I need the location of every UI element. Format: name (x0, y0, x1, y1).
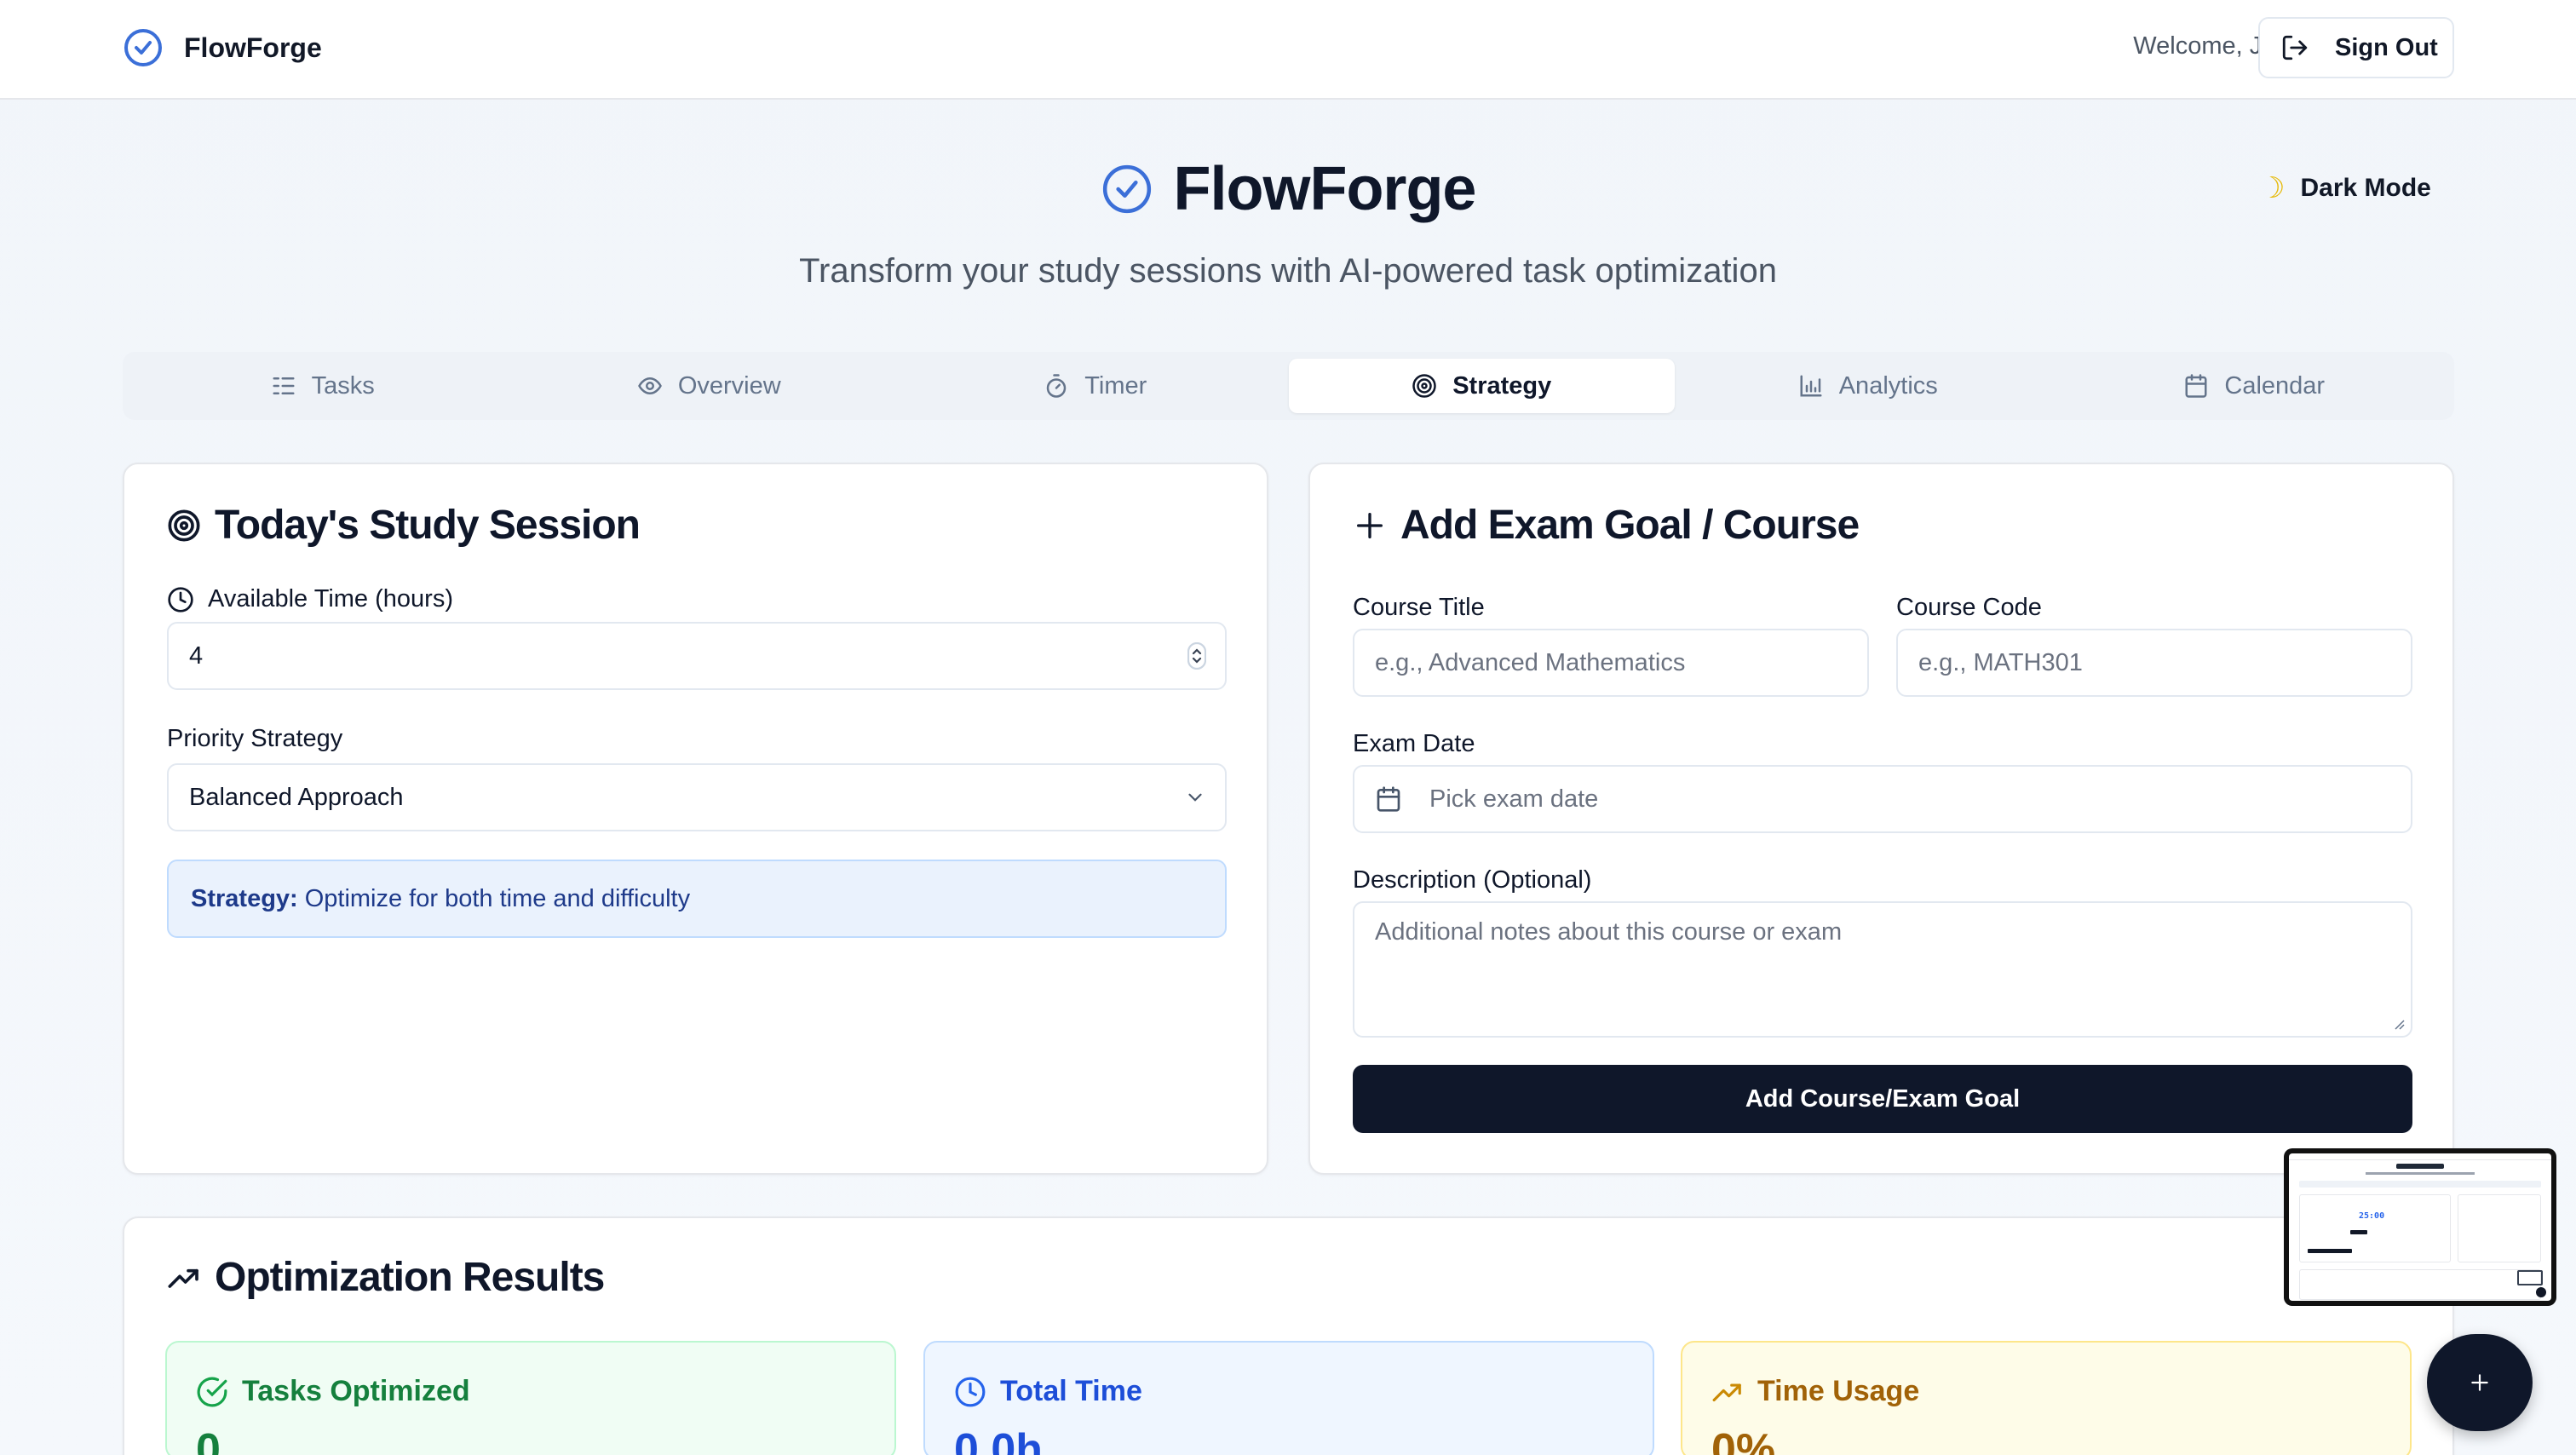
dark-mode-toggle[interactable]: ☽ Dark Mode (2259, 167, 2431, 210)
stat-header: Time Usage (1711, 1375, 1919, 1408)
exam-date-label: Exam Date (1353, 730, 1475, 757)
plus-icon (1357, 512, 1383, 538)
check-circle-icon (1102, 164, 1151, 214)
clock-icon (955, 1377, 986, 1406)
description-label: Description (Optional) (1353, 866, 1592, 894)
select-value: Balanced Approach (189, 783, 404, 811)
stat-header: Tasks Optimized (196, 1375, 470, 1408)
description-textarea[interactable]: Additional notes about this course or ex… (1353, 901, 2412, 1038)
stat-label: Time Usage (1757, 1375, 1920, 1407)
available-time-input[interactable]: 4 (167, 622, 1227, 690)
tab-label: Strategy (1452, 371, 1552, 400)
exam-goal-card: Add Exam Goal / Course Course Title e.g.… (1308, 463, 2454, 1175)
label-text: Available Time (hours) (208, 585, 453, 612)
page-subtitle: Transform your study sessions with AI-po… (799, 252, 1777, 290)
number-stepper-icon[interactable] (1187, 642, 1206, 670)
course-title-label: Course Title (1353, 594, 1485, 621)
stat-total-time: Total Time 0.0h (923, 1341, 1654, 1455)
monitor-icon (2517, 1270, 2543, 1285)
page-title: FlowForge (1173, 155, 1477, 223)
calendar-icon (1377, 786, 1400, 812)
preview-timer-text: 25:00 (2359, 1211, 2385, 1221)
list-check-icon (273, 377, 295, 394)
log-out-icon (2282, 35, 2308, 60)
tab-label: Timer (1084, 371, 1147, 400)
strategy-prefix: Strategy: (191, 884, 298, 912)
trending-up-icon (1712, 1383, 1741, 1401)
input-placeholder: Additional notes about this course or ex… (1375, 918, 1843, 946)
tab-tasks[interactable]: Tasks (129, 359, 516, 413)
strategy-info-box: Strategy: Optimize for both time and dif… (167, 860, 1227, 938)
add-course-button[interactable]: Add Course/Exam Goal (1353, 1065, 2412, 1133)
card-heading: Optimization Results (215, 1255, 605, 1300)
stat-label: Total Time (1000, 1375, 1142, 1407)
tab-overview[interactable]: Overview (516, 359, 903, 413)
check-circle-icon (197, 1377, 227, 1406)
sign-out-label: Sign Out (2335, 33, 2438, 61)
stat-time-usage: Time Usage 0% (1681, 1341, 2412, 1455)
input-placeholder: e.g., MATH301 (1918, 648, 2083, 676)
resize-handle-icon[interactable] (2392, 1017, 2406, 1031)
hero-header: FlowForge (0, 147, 2576, 232)
optimization-results-card: Optimization Results Tasks Optimized 0 T… (123, 1216, 2454, 1455)
tab-strategy[interactable]: Strategy (1288, 359, 1675, 413)
brand-name: FlowForge (184, 32, 322, 63)
card-heading: Add Exam Goal / Course (1400, 503, 1860, 548)
input-placeholder: Pick exam date (1429, 785, 1599, 813)
priority-strategy-select[interactable]: Balanced Approach (167, 763, 1227, 831)
course-code-label: Course Code (1896, 594, 2042, 621)
eye-icon (637, 377, 662, 395)
input-placeholder: e.g., Advanced Mathematics (1375, 648, 1686, 676)
target-icon (168, 509, 200, 541)
study-session-card: Today's Study Session Available Time (ho… (123, 463, 1268, 1175)
strategy-description: Optimize for both time and difficulty (304, 884, 691, 912)
dark-mode-label: Dark Mode (2300, 174, 2431, 202)
exam-goal-title: Add Exam Goal / Course (1353, 502, 1860, 549)
bar-chart-icon (1800, 375, 1822, 397)
moon-icon: ☽ (2259, 172, 2286, 204)
card-heading: Today's Study Session (215, 503, 641, 548)
clock-icon (168, 586, 193, 612)
nav-brand[interactable]: FlowForge (123, 27, 322, 68)
top-navbar: FlowForge Welcome, Jake Sign Out (0, 0, 2576, 100)
stat-label: Tasks Optimized (242, 1375, 470, 1407)
tab-bar: Tasks Overview Timer Strategy Analytics … (123, 352, 2454, 420)
trending-up-icon (168, 1268, 198, 1288)
tab-calendar[interactable]: Calendar (2061, 359, 2448, 413)
add-floating-button[interactable] (2427, 1334, 2533, 1431)
stat-header: Total Time (954, 1375, 1142, 1408)
tab-label: Tasks (311, 371, 375, 400)
plus-icon (2471, 1374, 2488, 1391)
tab-label: Overview (677, 371, 781, 400)
stat-tasks-optimized: Tasks Optimized 0 (165, 1341, 896, 1455)
priority-strategy-label: Priority Strategy (167, 725, 343, 752)
course-title-input[interactable]: e.g., Advanced Mathematics (1353, 629, 1869, 697)
check-circle-icon (124, 29, 162, 66)
sign-out-button[interactable]: Sign Out (2258, 17, 2454, 78)
tab-label: Analytics (1838, 371, 1938, 400)
exam-date-picker[interactable]: Pick exam date (1353, 765, 2412, 833)
stat-value: 0 (196, 1425, 221, 1455)
tab-analytics[interactable]: Analytics (1675, 359, 2061, 413)
input-value: 4 (189, 641, 204, 670)
optimization-results-title: Optimization Results (167, 1254, 605, 1301)
course-code-input[interactable]: e.g., MATH301 (1896, 629, 2412, 697)
tab-timer[interactable]: Timer (902, 359, 1289, 413)
stat-value: 0.0h (954, 1425, 1044, 1455)
target-icon (1412, 374, 1436, 398)
chevron-down-icon (1188, 793, 1202, 802)
study-session-title: Today's Study Session (167, 502, 641, 549)
preview-thumbnail[interactable]: 25:00 (2284, 1148, 2556, 1306)
calendar-icon (2185, 374, 2207, 398)
preview-screen: 25:00 (2289, 1153, 2551, 1301)
stopwatch-icon (1046, 374, 1067, 398)
stat-value: 0% (1711, 1425, 1776, 1455)
available-time-label: Available Time (hours) (167, 585, 453, 613)
tab-label: Calendar (2224, 371, 2326, 400)
